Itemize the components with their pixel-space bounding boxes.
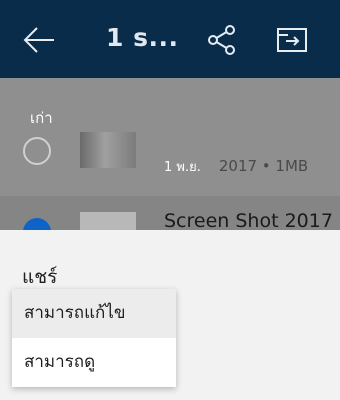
app-bar: 1 s...: [0, 0, 340, 78]
share-sheet-title: แชร์: [22, 266, 58, 288]
back-arrow-icon[interactable]: [22, 25, 56, 55]
menu-item-can-edit[interactable]: สามารถแก้ไข: [12, 289, 176, 338]
page-title: 1 s...: [106, 23, 179, 52]
move-to-folder-icon[interactable]: [276, 25, 308, 55]
file-info: 2017 • 1MB: [218, 157, 309, 175]
menu-item-can-view[interactable]: สามารถดู: [12, 338, 176, 387]
select-radio[interactable]: [23, 137, 51, 165]
section-header: เก่า: [30, 109, 53, 127]
permission-menu: สามารถแก้ไข สามารถดู: [12, 289, 176, 387]
file-thumbnail: [80, 132, 136, 168]
file-name: Screen Shot 2017: [164, 210, 333, 232]
file-date: 1 พ.ย.: [164, 160, 201, 175]
share-icon[interactable]: [206, 24, 238, 56]
file-meta: 1 พ.ย. 2017 • 1MB: [164, 156, 308, 177]
